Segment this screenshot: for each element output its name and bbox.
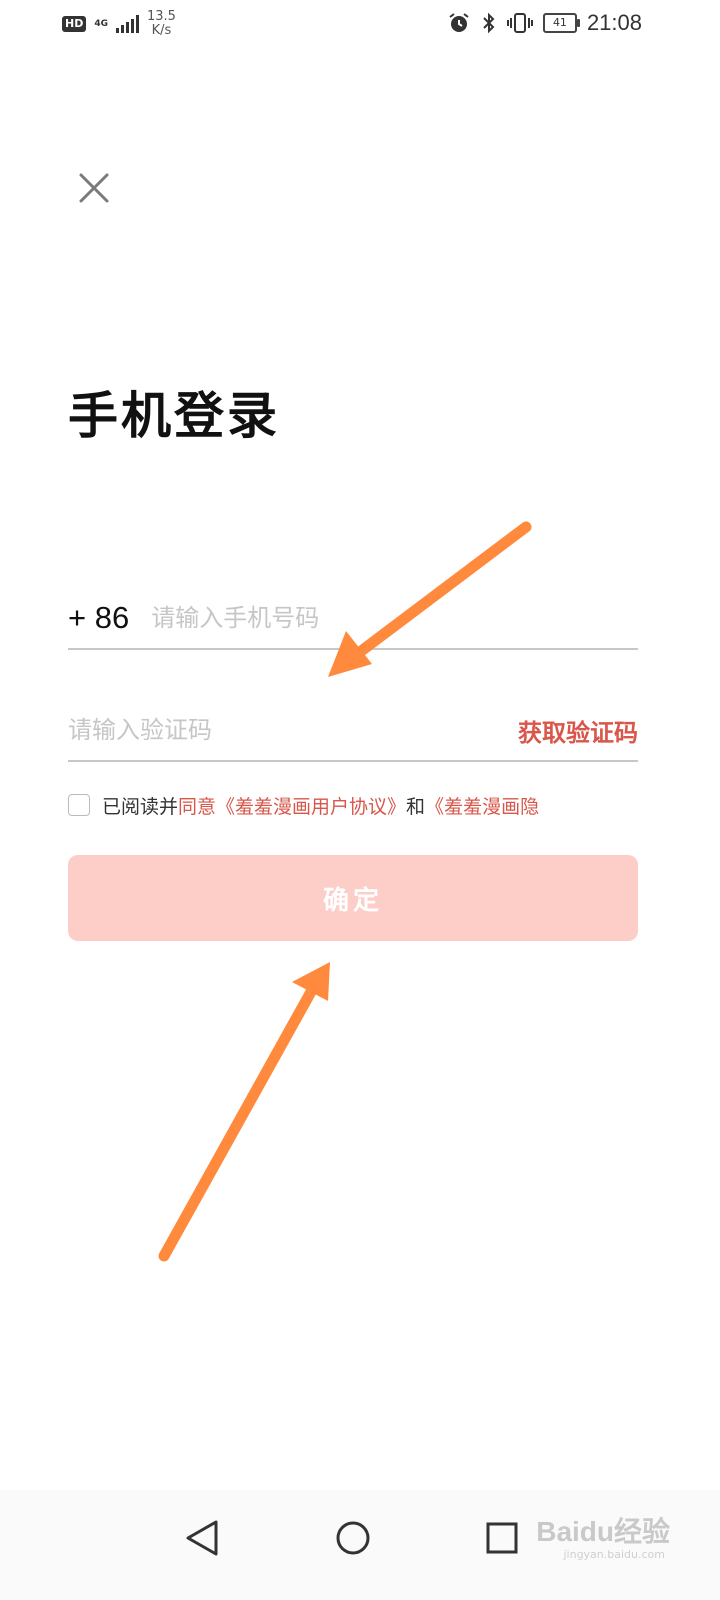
signal-icon [116, 15, 139, 33]
verify-code-input[interactable] [68, 716, 518, 744]
phone-field: + 86 [68, 588, 638, 650]
back-nav-button[interactable] [172, 1508, 232, 1568]
speed-value: 13.5 [147, 9, 176, 24]
verify-field: 获取验证码 [68, 700, 638, 762]
agreement-row: 已阅读并 同意 《羞羞漫画用户协议》 和 《羞羞漫画隐 [68, 790, 638, 820]
status-left: HD 4G 13.5 K/s [62, 10, 176, 38]
close-icon [79, 173, 109, 203]
network-type: 4G [94, 18, 108, 29]
agreement-and: 和 [406, 795, 426, 818]
bluetooth-icon [483, 12, 495, 34]
recents-nav-button[interactable] [472, 1508, 532, 1568]
back-triangle-icon [186, 1520, 218, 1556]
agreement-prefix: 已阅读并 [102, 795, 179, 818]
country-code[interactable]: + 86 [68, 600, 129, 636]
network-speed: 13.5 K/s [147, 10, 176, 38]
nav-bar: Baidu经验 jingyan.baidu.com [0, 1490, 720, 1600]
status-bar: HD 4G 13.5 K/s 41 21:08 [0, 0, 720, 50]
watermark-url: jingyan.baidu.com [563, 1548, 665, 1561]
vibrate-icon [506, 13, 533, 33]
home-nav-button[interactable] [323, 1508, 383, 1568]
battery-icon: 41 [542, 13, 580, 33]
baidu-watermark: Baidu经验 [536, 1516, 670, 1547]
status-time: 21:08 [586, 10, 642, 35]
agree-checkbox[interactable] [68, 794, 90, 816]
hd-badge: HD [62, 16, 87, 32]
phone-input[interactable] [151, 604, 638, 632]
recents-square-icon [486, 1522, 518, 1554]
status-right: 41 21:08 [447, 10, 642, 36]
home-circle-icon [336, 1521, 370, 1555]
user-agreement-link[interactable]: 《羞羞漫画用户协议》 [216, 792, 406, 819]
speed-unit: K/s [151, 23, 172, 38]
confirm-button[interactable]: 确定 [68, 855, 638, 941]
close-button[interactable] [72, 166, 116, 210]
page-title: 手机登录 [68, 386, 280, 445]
agree-text: 同意 [178, 795, 217, 818]
get-code-button[interactable]: 获取验证码 [518, 713, 638, 748]
arrow-annotation-lower [158, 962, 330, 1262]
privacy-policy-link[interactable]: 《羞羞漫画隐 [425, 792, 539, 819]
alarm-icon [449, 13, 469, 32]
